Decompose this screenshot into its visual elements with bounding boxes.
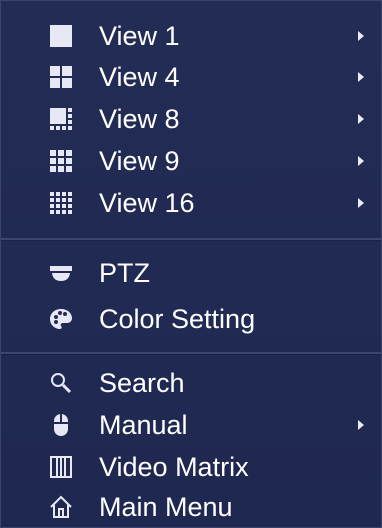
- eight-view-icon: [48, 106, 74, 132]
- menu-item-label: Main Menu: [99, 492, 233, 522]
- submenu-arrow-icon: [358, 156, 364, 166]
- context-menu: View 1 View 4 View 8 View 9 View 16 PTZ …: [0, 0, 382, 528]
- submenu-arrow-icon: [358, 114, 364, 124]
- menu-item-label: View 4: [99, 62, 180, 92]
- single-view-icon: [48, 23, 74, 49]
- menu-item-label: View 8: [99, 104, 180, 134]
- submenu-arrow-icon: [358, 31, 364, 41]
- submenu-arrow-icon: [358, 420, 364, 430]
- submenu-arrow-icon: [358, 72, 364, 82]
- menu-item-manual[interactable]: Manual: [1, 404, 381, 446]
- menu-item-label: View 1: [99, 21, 180, 51]
- search-icon: [48, 370, 74, 396]
- menu-item-view-8[interactable]: View 8: [1, 98, 381, 140]
- menu-item-label: Manual: [99, 410, 188, 440]
- mouse-icon: [48, 412, 74, 438]
- nine-view-icon: [48, 148, 74, 174]
- menu-item-video-matrix[interactable]: Video Matrix: [1, 446, 381, 488]
- menu-separator: [1, 352, 381, 355]
- sixteen-view-icon: [48, 190, 74, 216]
- menu-item-main-menu[interactable]: Main Menu: [1, 486, 381, 528]
- menu-item-view-1[interactable]: View 1: [1, 15, 381, 57]
- menu-item-search[interactable]: Search: [1, 362, 381, 404]
- ptz-camera-icon: [48, 260, 74, 286]
- menu-item-color-setting[interactable]: Color Setting: [1, 298, 381, 340]
- home-icon: [48, 494, 74, 520]
- menu-item-ptz[interactable]: PTZ: [1, 252, 381, 294]
- menu-item-view-9[interactable]: View 9: [1, 140, 381, 182]
- menu-item-view-16[interactable]: View 16: [1, 182, 381, 224]
- submenu-arrow-icon: [358, 198, 364, 208]
- menu-item-label: View 16: [99, 188, 195, 218]
- menu-item-label: Color Setting: [99, 304, 256, 334]
- menu-item-label: Video Matrix: [99, 452, 249, 482]
- palette-icon: [48, 306, 74, 332]
- menu-item-label: View 9: [99, 146, 180, 176]
- quad-view-icon: [48, 64, 74, 90]
- menu-separator: [1, 238, 381, 241]
- menu-item-label: Search: [99, 368, 185, 398]
- menu-item-view-4[interactable]: View 4: [1, 56, 381, 98]
- video-matrix-icon: [48, 454, 74, 480]
- menu-item-label: PTZ: [99, 258, 150, 288]
